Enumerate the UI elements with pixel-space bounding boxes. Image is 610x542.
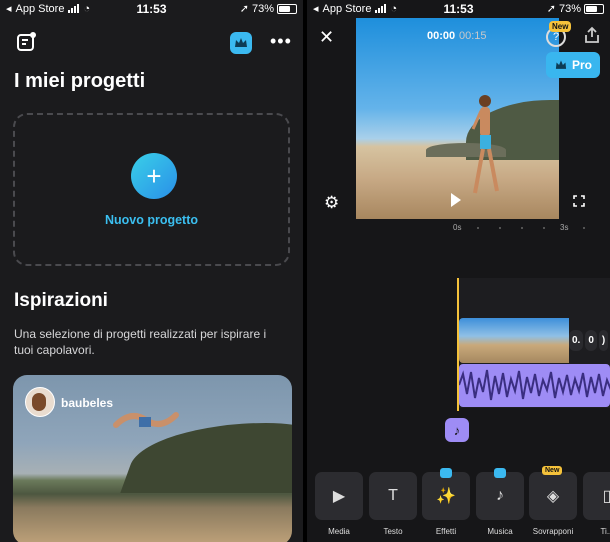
clip-controls: 0. 0 ) <box>569 330 609 351</box>
new-badge: New <box>542 466 563 475</box>
battery-percent: 73% <box>558 2 581 15</box>
close-icon[interactable]: ✕ <box>319 27 334 48</box>
tool-label: Effetti <box>435 527 457 536</box>
more-icon[interactable]: ••• <box>270 32 292 50</box>
avatar[interactable] <box>25 387 55 417</box>
ruler-tick <box>499 227 501 229</box>
crown-icon[interactable] <box>230 32 252 54</box>
new-badge: New <box>549 21 572 32</box>
home-screen: ◂ App Store ◔ 11:53 ➚ 73% ••• I miei pro… <box>0 0 303 542</box>
ruler-tick <box>477 227 479 229</box>
pro-button[interactable]: Pro <box>546 52 600 78</box>
playhead[interactable] <box>457 278 459 411</box>
more-tool-icon: ▯ <box>583 472 610 520</box>
play-icon[interactable] <box>451 193 461 207</box>
waveform-icon <box>459 369 610 401</box>
bottom-toolbar: ▶ Media T Testo ✨ Effetti ♪ Musica New ◈… <box>307 466 610 542</box>
gear-icon[interactable]: ⚙ <box>324 193 339 213</box>
clip-control[interactable]: 0 <box>585 330 597 351</box>
section-description: Una selezione di progetti realizzati per… <box>14 327 267 357</box>
fullscreen-icon[interactable] <box>573 195 585 207</box>
total-time: 00:15 <box>459 30 487 42</box>
music-icon: ♪ <box>476 472 524 520</box>
location-icon: ➚ <box>239 3 249 15</box>
media-icon: ▶ <box>315 472 363 520</box>
preview-person <box>471 95 499 194</box>
new-project-label[interactable]: Nuovo progetto <box>15 213 288 227</box>
status-bar: ◂ App Store ◔ 11:53 ➚ 73% <box>0 0 303 18</box>
tool-label: Ti... <box>600 527 610 536</box>
ruler-tick <box>583 227 585 229</box>
video-clip[interactable] <box>459 318 569 363</box>
status-bar: ◂ App Store ◔ 11:53 ➚ 73% <box>307 0 610 18</box>
battery-icon <box>277 3 297 14</box>
editor-screen: ◂ App Store ◔ 11:53 ➚ 73% ✕ 00:00 00:15 … <box>307 0 610 542</box>
tool-media[interactable]: ▶ Media <box>315 472 363 536</box>
tool-overlay[interactable]: New ◈ Sovrapponi <box>529 466 577 536</box>
tool-effects[interactable]: ✨ Effetti <box>422 468 470 536</box>
tool-label: Musica <box>487 527 513 536</box>
pro-label: Pro <box>571 58 592 72</box>
tool-more[interactable]: ▯ Ti... <box>583 472 610 536</box>
ruler-mark-label: 3s <box>560 223 569 232</box>
tool-label: Sovrapponi <box>532 527 574 536</box>
audio-clip[interactable] <box>459 364 610 407</box>
share-icon[interactable] <box>583 26 601 44</box>
effects-icon: ✨ <box>422 472 470 520</box>
video-preview[interactable] <box>356 18 559 219</box>
layers-icon: ◈ <box>529 472 577 520</box>
ruler-tick <box>543 227 545 229</box>
ruler-start-label: 0s <box>453 223 462 232</box>
time-ruler[interactable]: 0s 3s <box>447 222 610 236</box>
location-icon: ➚ <box>546 3 556 15</box>
tool-label: Media <box>328 527 350 536</box>
battery-percent: 73% <box>251 2 274 15</box>
tool-text[interactable]: T Testo <box>369 472 417 536</box>
menu-icon[interactable] <box>16 32 36 52</box>
premium-badge <box>440 468 452 478</box>
ruler-tick <box>521 227 523 229</box>
card-person-image <box>113 412 179 428</box>
plus-icon[interactable]: + <box>131 153 177 199</box>
premium-badge <box>494 468 506 478</box>
card-username[interactable]: baubeles <box>61 396 113 410</box>
new-project-card[interactable]: + Nuovo progetto <box>13 113 290 266</box>
text-icon: T <box>369 472 417 520</box>
page-title: I miei progetti <box>14 70 146 92</box>
current-time: 00:00 <box>427 30 456 42</box>
tool-music[interactable]: ♪ Musica <box>476 468 524 536</box>
clip-control[interactable]: 0. <box>569 330 584 351</box>
music-note-icon[interactable]: ♪ <box>445 418 469 442</box>
crown-icon <box>555 60 567 69</box>
battery-icon <box>584 3 604 14</box>
clip-control[interactable]: ) <box>598 330 609 351</box>
section-title: Ispirazioni <box>14 290 108 311</box>
inspiration-card[interactable]: baubeles <box>13 375 292 542</box>
tool-label: Testo <box>383 527 403 536</box>
